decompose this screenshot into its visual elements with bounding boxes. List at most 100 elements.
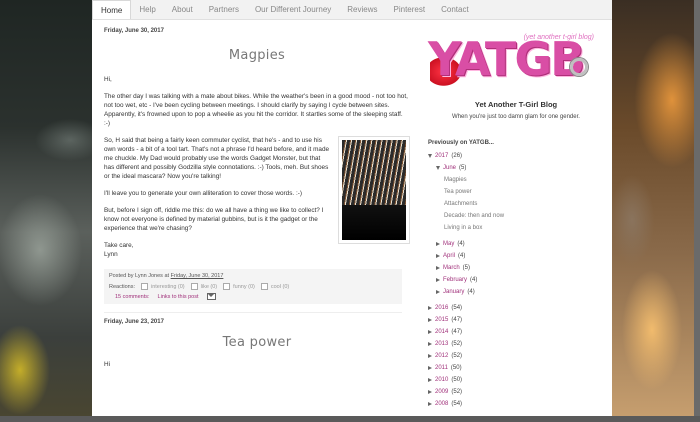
expand-arrow-right-icon[interactable] <box>428 318 432 322</box>
archive-year-row[interactable]: 2012 (52) <box>428 350 604 362</box>
expand-arrow-right-icon[interactable] <box>436 290 440 294</box>
post-image-makeup-brushes[interactable] <box>338 136 410 244</box>
archive-post[interactable]: Decade: then and now <box>428 210 604 222</box>
archive-month-row[interactable]: June (5) <box>428 162 604 174</box>
archive-month[interactable]: April <box>443 250 455 262</box>
archive-count: (5) <box>462 265 471 271</box>
archive-year-row[interactable]: 2009 (52) <box>428 386 604 398</box>
reaction-checkbox[interactable] <box>223 283 231 290</box>
post-title[interactable]: Tea power <box>104 335 410 350</box>
expand-arrow-right-icon[interactable] <box>428 354 432 358</box>
archive-year-row[interactable]: 2011 (50) <box>428 362 604 374</box>
post-separator <box>104 312 402 313</box>
reactions-label: Reactions: <box>109 283 135 290</box>
archive-year[interactable]: 2011 <box>435 362 448 374</box>
author-link[interactable]: Lynn Jones <box>135 273 163 279</box>
archive-year[interactable]: 2013 <box>435 338 448 350</box>
expand-arrow-down-icon[interactable] <box>436 166 440 170</box>
archive-month-row[interactable]: March (5) <box>428 262 604 274</box>
post-footer: Posted by Lynn Jones at Friday, June 30,… <box>104 269 402 304</box>
archive-post[interactable]: Magpies <box>428 174 604 186</box>
expand-arrow-right-icon[interactable] <box>428 330 432 334</box>
post-body: Hi <box>104 360 410 369</box>
expand-arrow-right-icon[interactable] <box>428 402 432 406</box>
archive-year-row[interactable]: 2014 (47) <box>428 326 604 338</box>
archive-year-row[interactable]: 2015 (47) <box>428 314 604 326</box>
post-permalink[interactable]: Friday, June 30, 2017 <box>171 273 224 279</box>
reaction-label: interesting (0) <box>151 283 185 290</box>
archive-year[interactable]: 2016 <box>435 302 448 314</box>
archive-heading: Previously on YATGB... <box>428 140 494 146</box>
archive-year[interactable]: 2014 <box>435 326 448 338</box>
archive-month-row[interactable]: May (4) <box>428 238 604 250</box>
archive-year-row[interactable]: 2017 (26) <box>428 150 604 162</box>
post-paragraph: The other day I was talking with a mate … <box>104 93 408 127</box>
expand-arrow-right-icon[interactable] <box>436 278 440 282</box>
expand-arrow-right-icon[interactable] <box>436 266 440 270</box>
archive-post[interactable]: Tea power <box>428 186 604 198</box>
expand-arrow-right-icon[interactable] <box>428 342 432 346</box>
expand-arrow-right-icon[interactable] <box>428 378 432 382</box>
archive-month[interactable]: June <box>443 162 456 174</box>
archive-post[interactable]: Living in a box <box>428 222 604 234</box>
expand-arrow-right-icon[interactable] <box>436 254 440 258</box>
archive-year[interactable]: 2008 <box>435 398 448 410</box>
blog-title: Yet Another T-Girl Blog <box>474 100 558 109</box>
nav-reviews[interactable]: Reviews <box>339 0 385 19</box>
archive-count: (4) <box>457 241 465 247</box>
post-body: Hi, The other day I was talking with a m… <box>104 75 410 259</box>
archive-post[interactable]: Attachments <box>428 198 604 210</box>
comments-link[interactable]: 15 comments: <box>115 294 150 300</box>
archive-month-row[interactable]: April (4) <box>428 250 604 262</box>
nav-pinterest[interactable]: Pinterest <box>386 0 434 19</box>
archive-count: (26) <box>451 153 463 159</box>
reaction-checkbox[interactable] <box>141 283 148 290</box>
post-links-row: 15 comments: Links to this post <box>109 293 397 300</box>
expand-arrow-right-icon[interactable] <box>428 366 432 370</box>
archive-year-row[interactable]: 2010 (50) <box>428 374 604 386</box>
expand-arrow-right-icon[interactable] <box>428 390 432 394</box>
archive-month-row[interactable]: January (4) <box>428 286 604 298</box>
nav-about[interactable]: About <box>164 0 201 19</box>
window-frame-bottom <box>0 416 700 422</box>
expand-arrow-right-icon[interactable] <box>428 306 432 310</box>
reaction-cool[interactable]: cool (0) <box>260 283 289 290</box>
nav-home[interactable]: Home <box>92 0 132 19</box>
archive-month[interactable]: May <box>443 238 454 250</box>
archive-count: (50) <box>451 377 463 383</box>
email-post-icon[interactable] <box>206 293 216 300</box>
blog-logo[interactable]: YATGB (yet another t-girl blog) <box>428 28 598 94</box>
archive-count: (47) <box>451 329 463 335</box>
archive-month[interactable]: January <box>443 286 464 298</box>
archive-year[interactable]: 2012 <box>435 350 448 362</box>
archive-year-row[interactable]: 2008 (54) <box>428 398 604 410</box>
expand-arrow-down-icon[interactable] <box>428 154 432 158</box>
archive-month-row[interactable]: February (4) <box>428 274 604 286</box>
post-date: Friday, June 23, 2017 <box>104 319 164 325</box>
nav-our-different-journey[interactable]: Our Different Journey <box>247 0 339 19</box>
nav-partners[interactable]: Partners <box>201 0 247 19</box>
archive-count: (50) <box>450 365 462 371</box>
archive-month[interactable]: February <box>443 274 467 286</box>
expand-arrow-right-icon[interactable] <box>436 242 440 246</box>
archive-year[interactable]: 2010 <box>435 374 448 386</box>
main-column: Friday, June 30, 2017 Magpies Hi, The ot… <box>104 28 410 377</box>
archive-year-row[interactable]: 2013 (52) <box>428 338 604 350</box>
archive-year[interactable]: 2017 <box>435 150 448 162</box>
archive-month[interactable]: March <box>443 262 460 274</box>
reaction-checkbox[interactable] <box>260 283 268 290</box>
nav-help[interactable]: Help <box>131 0 163 19</box>
links-to-post-link[interactable]: Links to this post <box>158 294 199 300</box>
reaction-like[interactable]: like (0) <box>190 283 218 290</box>
reaction-label: like (0) <box>200 283 218 290</box>
reaction-funny[interactable]: funny (0) <box>223 283 255 290</box>
archive-count: (5) <box>459 165 467 171</box>
post-title[interactable]: Magpies <box>104 48 410 63</box>
reaction-checkbox[interactable] <box>190 283 198 290</box>
nav-contact[interactable]: Contact <box>433 0 477 19</box>
archive-year[interactable]: 2015 <box>435 314 448 326</box>
reaction-label: funny (0) <box>233 283 255 290</box>
reaction-interesting[interactable]: interesting (0) <box>141 283 185 290</box>
archive-year-row[interactable]: 2016 (54) <box>428 302 604 314</box>
archive-year[interactable]: 2009 <box>435 386 448 398</box>
